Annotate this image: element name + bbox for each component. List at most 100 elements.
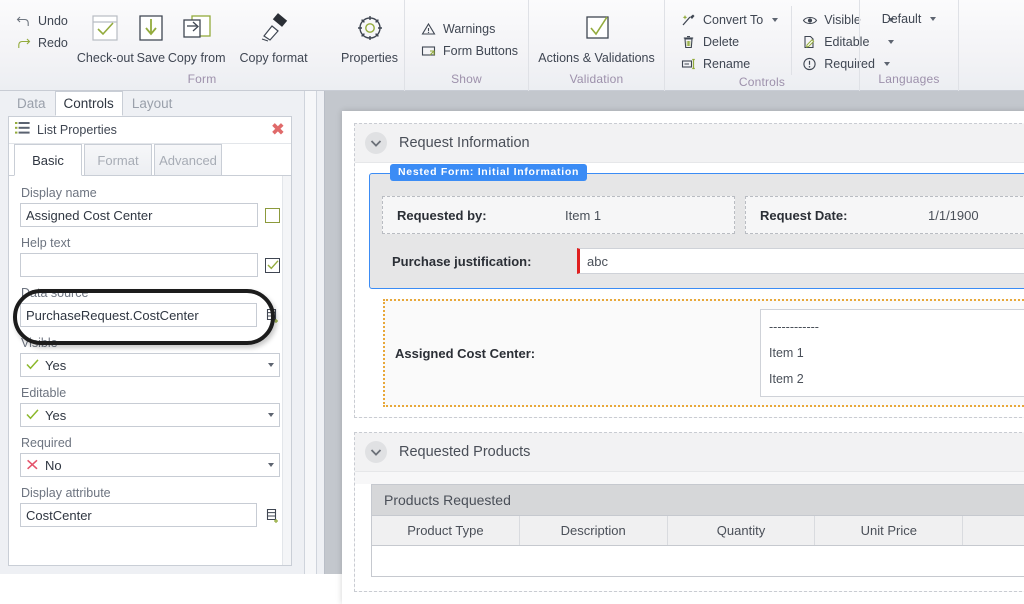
field-request-date[interactable]: Request Date: 1/1/1900 [745, 196, 1024, 234]
form-buttons-label: Form Buttons [443, 43, 519, 58]
properties-label: Properties [341, 51, 399, 65]
data-source-input[interactable]: PurchaseRequest.CostCenter [20, 303, 257, 327]
warnings-button[interactable]: Warnings [415, 18, 523, 40]
chevron-down-icon[interactable] [772, 18, 779, 22]
panel-title: List Properties [37, 123, 117, 137]
copy-from-button[interactable]: Copy from [168, 4, 226, 65]
ribbon-group-title-form: Form [187, 72, 217, 86]
panel-splitter[interactable] [300, 91, 325, 574]
requested-by-label: Requested by: [397, 207, 487, 223]
nested-form-tag: Nested Form: Initial Information [390, 164, 588, 181]
actions-validations-button[interactable]: Actions & Validations [535, 4, 658, 65]
assigned-cost-center-listbox[interactable]: ------------ Item 1 Item 2 [760, 309, 1024, 397]
close-icon[interactable]: ✖ [271, 121, 285, 138]
checkout-icon [88, 8, 122, 50]
help-text-input[interactable] [20, 253, 258, 277]
display-name-input[interactable]: Assigned Cost Center [20, 203, 258, 227]
undo-button[interactable]: Undo [10, 10, 73, 32]
redo-button[interactable]: Redo [10, 32, 73, 54]
list-properties-panel: List Properties ✖ Basic Format Advanced … [8, 116, 292, 566]
section-request-information: Request Information Nested Form: Initial… [354, 123, 1024, 418]
table-row[interactable] [372, 546, 1024, 576]
help-text-checkbox[interactable] [265, 257, 280, 273]
actions-validations-label: Actions & Validations [538, 51, 655, 65]
chevron-down-icon[interactable] [365, 132, 387, 154]
section-requested-products: Requested Products Products Requested Pr… [354, 432, 1024, 592]
chevron-down-icon[interactable] [268, 363, 274, 367]
grid-column-quantity[interactable]: Quantity [668, 516, 816, 545]
field-requested-by[interactable]: Requested by: Item 1 [382, 196, 735, 234]
database-add-icon[interactable] [264, 307, 280, 324]
purchase-justification-label: Purchase justification: [392, 253, 532, 269]
data-source-row: PurchaseRequest.CostCenter [20, 303, 280, 327]
assigned-cost-center-control[interactable]: Assigned Cost Center: ------------ Item … [383, 299, 1024, 407]
default-language-button[interactable]: Default [877, 8, 942, 30]
copy-format-button[interactable]: Copy format [226, 4, 322, 65]
database-add-icon[interactable] [264, 507, 280, 524]
cross-icon [26, 458, 39, 473]
chevron-down-icon[interactable] [365, 441, 387, 463]
purchase-justification-input[interactable]: abc [577, 248, 1024, 274]
display-attribute-row: CostCenter [20, 503, 280, 527]
required-label: Required [21, 436, 72, 450]
section-header[interactable]: Request Information [355, 124, 1024, 163]
data-source-label: Data source [21, 286, 89, 300]
tab-layout[interactable]: Layout [123, 91, 182, 116]
list-item[interactable]: ------------ [769, 314, 1024, 340]
display-attribute-label: Display attribute [21, 486, 111, 500]
convert-to-button[interactable]: Convert To [675, 9, 783, 31]
ribbon-group-validation: Actions & Validations Validation [528, 0, 664, 91]
default-language-label: Default [881, 12, 922, 26]
panel-tabstrip: Data Controls Layout [0, 91, 300, 116]
chevron-down-icon[interactable] [268, 463, 274, 467]
edit-page-icon [801, 34, 818, 50]
display-name-checkbox[interactable] [265, 207, 280, 223]
copy-format-icon [256, 8, 292, 50]
check-square-icon [580, 8, 614, 50]
nested-form-initial-information: Nested Form: Initial Information Request… [369, 164, 1024, 289]
panel-header: List Properties ✖ [9, 117, 291, 144]
chevron-down-icon[interactable] [268, 413, 274, 417]
section-title: Requested Products [399, 444, 531, 460]
chevron-down-icon[interactable] [930, 17, 937, 21]
splitter-track[interactable] [304, 91, 317, 574]
visible-dropdown[interactable]: Yes [20, 353, 280, 377]
check-out-button[interactable]: Check-out [77, 4, 134, 65]
convert-to-label: Convert To [703, 13, 764, 27]
required-dropdown[interactable]: No [20, 453, 280, 477]
copy-from-label: Copy from [167, 51, 226, 65]
rename-button[interactable]: Rename [675, 53, 783, 75]
ribbon-group-title-validation: Validation [569, 72, 624, 86]
section-header[interactable]: Requested Products [355, 433, 1024, 472]
nested-form-input-row: Purchase justification: abc [370, 244, 1024, 288]
grid-column-description[interactable]: Description [520, 516, 668, 545]
grid-column-total[interactable]: T [963, 516, 1024, 545]
ribbon-group-show: Warnings Form Buttons Show [404, 0, 528, 91]
panel-subtabs: Basic Format Advanced [9, 144, 291, 176]
field-purchase-justification[interactable]: Purchase justification: abc [382, 244, 1024, 278]
list-item[interactable]: Item 1 [769, 340, 1024, 366]
subtab-basic[interactable]: Basic [14, 144, 82, 176]
display-attribute-input[interactable]: CostCenter [20, 503, 257, 527]
subtab-advanced[interactable]: Advanced [154, 144, 222, 175]
subtab-format[interactable]: Format [84, 144, 152, 175]
grid-column-unit-price[interactable]: Unit Price [815, 516, 964, 545]
grid-header-row: Product Type Description Quantity Unit P… [372, 515, 1024, 546]
editable-dropdown[interactable]: Yes [20, 403, 280, 427]
tab-controls[interactable]: Controls [54, 91, 123, 116]
ribbon-group-languages: Default Languages [859, 0, 958, 91]
save-button[interactable]: Save [134, 4, 168, 65]
requested-by-value: Item 1 [565, 207, 602, 223]
grid-column-product-type[interactable]: Product Type [372, 516, 520, 545]
properties-gear-icon [353, 8, 387, 50]
ribbon-group-form: Undo Redo Check-out Save Copy from Copy … [0, 0, 404, 91]
tab-data[interactable]: Data [8, 91, 55, 116]
rename-label: Rename [703, 57, 751, 71]
undo-icon [15, 13, 32, 29]
panel-scrollbar[interactable] [282, 176, 291, 565]
delete-button[interactable]: Delete [675, 31, 783, 53]
delete-label: Delete [703, 35, 740, 49]
ribbon-group-empty [958, 0, 1024, 91]
form-buttons-button[interactable]: Form Buttons [415, 40, 523, 62]
list-item[interactable]: Item 2 [769, 366, 1024, 392]
